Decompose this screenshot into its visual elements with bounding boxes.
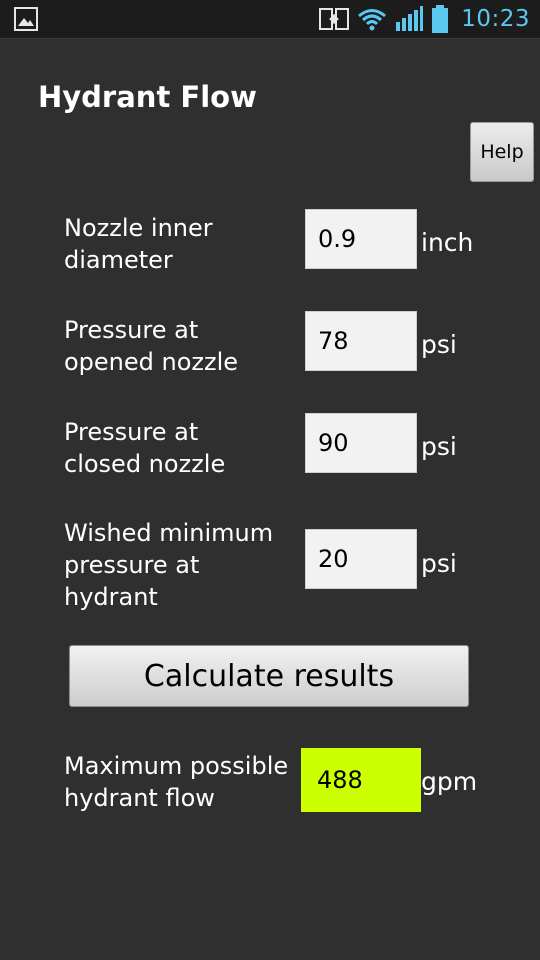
min-hydrant-pressure-label: Wished minimum pressure at hydrant	[64, 519, 274, 611]
nozzle-diameter-label: Nozzle inner diameter	[64, 214, 213, 274]
nozzle-diameter-unit: inch	[421, 228, 474, 257]
closed-nozzle-pressure-input[interactable]: 90	[305, 413, 417, 473]
status-bar: 10:23	[0, 0, 540, 39]
status-clock: 10:23	[461, 6, 530, 32]
gallery-icon	[14, 7, 38, 31]
signal-icon	[396, 6, 424, 31]
closed-nozzle-pressure-unit: psi	[421, 432, 457, 461]
opened-nozzle-pressure-unit: psi	[421, 330, 457, 359]
closed-nozzle-pressure-label: Pressure at closed nozzle	[64, 418, 226, 478]
max-hydrant-flow-label: Maximum possible hydrant flow	[64, 752, 289, 812]
screen-mirroring-icon	[319, 8, 350, 30]
help-button[interactable]: Help	[470, 122, 534, 182]
page-title: Hydrant Flow	[38, 80, 257, 114]
opened-nozzle-pressure-input[interactable]: 78	[305, 311, 417, 371]
max-hydrant-flow-unit: gpm	[421, 767, 478, 796]
min-hydrant-pressure-unit: psi	[421, 549, 457, 578]
status-icons: 10:23	[319, 0, 530, 38]
calculate-results-button[interactable]: Calculate results	[69, 645, 469, 707]
max-hydrant-flow-value: 488	[301, 748, 421, 812]
wifi-icon	[358, 9, 387, 31]
battery-icon	[432, 5, 449, 33]
min-hydrant-pressure-input[interactable]: 20	[305, 529, 417, 589]
nozzle-diameter-input[interactable]: 0.9	[305, 209, 417, 269]
opened-nozzle-pressure-label: Pressure at opened nozzle	[64, 316, 239, 376]
